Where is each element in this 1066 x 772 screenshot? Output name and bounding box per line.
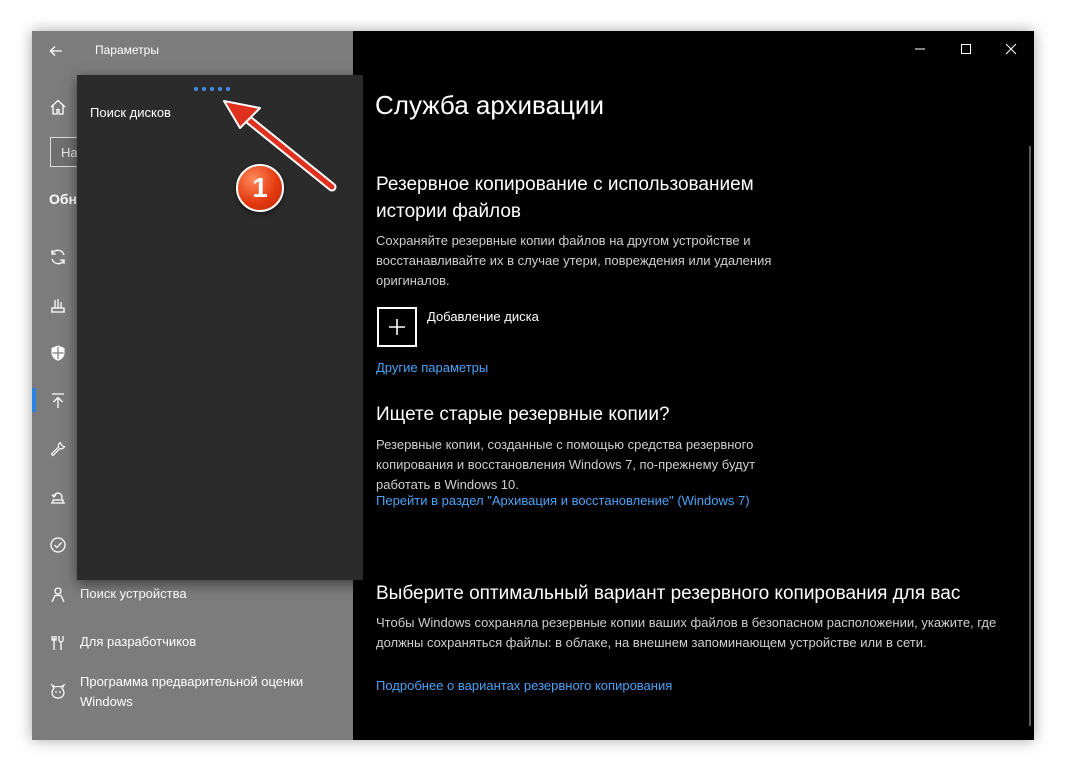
content-scrollbar[interactable] <box>1029 146 1031 726</box>
app-title: Параметры <box>95 43 159 57</box>
add-drive-label[interactable]: Добавление диска <box>427 309 539 324</box>
file-history-heading: Резервное копирование с использованием и… <box>376 174 754 222</box>
recovery-icon[interactable] <box>48 487 68 507</box>
drive-search-flyout: Поиск дисков <box>77 75 363 580</box>
backup-upload-icon[interactable] <box>48 391 68 411</box>
nav-section-heading: Обн <box>49 191 77 207</box>
developer-tools-icon <box>48 633 68 653</box>
activation-check-icon[interactable] <box>48 535 68 555</box>
close-icon <box>1005 43 1017 55</box>
more-options-link[interactable]: Другие параметры <box>376 358 488 378</box>
nav-item-label: Программа предварительной оценки Windows <box>80 674 304 709</box>
minimize-button[interactable] <box>897 36 943 62</box>
nav-item-for-developers[interactable]: Для разработчиков <box>32 631 353 671</box>
plus-icon <box>389 319 405 335</box>
troubleshoot-wrench-icon[interactable] <box>48 439 68 459</box>
sync-icon[interactable] <box>48 247 68 267</box>
home-icon[interactable] <box>48 97 68 117</box>
backup-options-learn-more-link[interactable]: Подробнее о вариантах резервного копиров… <box>376 676 936 696</box>
active-item-indicator <box>32 388 36 412</box>
backup-restore-windows7-link[interactable]: Перейти в раздел "Архивация и восстановл… <box>376 491 936 511</box>
old-backups-description: Резервные копии, созданные с помощью сре… <box>376 437 756 492</box>
back-button[interactable] <box>44 39 68 63</box>
searching-drives-label: Поиск дисков <box>90 105 171 120</box>
insider-cat-icon <box>48 681 68 701</box>
annotation-step-badge: 1 <box>236 164 284 212</box>
old-backups-heading: Ищете старые резервные копии? <box>376 404 670 425</box>
maximize-icon <box>961 44 971 54</box>
progress-dots-indicator <box>194 87 230 91</box>
choose-backup-option-description: Чтобы Windows сохраняла резервные копии … <box>376 615 997 650</box>
choose-backup-option-heading: Выберите оптимальный вариант резервного … <box>376 583 961 604</box>
close-button[interactable] <box>988 36 1034 62</box>
page-title: Служба архивации <box>375 90 604 120</box>
minimize-icon <box>915 48 925 50</box>
person-location-icon <box>48 585 68 605</box>
backup-settings-content: Служба архивации Резервное копирование с… <box>353 31 1034 740</box>
back-arrow-icon <box>49 46 62 56</box>
nav-item-label: Для разработчиков <box>80 634 197 649</box>
file-history-description: Сохраняйте резервные копии файлов на дру… <box>376 233 772 288</box>
nav-item-windows-insider[interactable]: Программа предварительной оценки Windows <box>32 669 353 713</box>
add-drive-button[interactable] <box>377 307 417 347</box>
nav-item-find-device[interactable]: Поиск устройства <box>32 583 353 623</box>
settings-window: Параметры На Обн Поиск устройства Для ра… <box>32 31 1034 740</box>
nav-item-label: Поиск устройства <box>80 586 187 601</box>
maximize-button[interactable] <box>943 36 989 62</box>
windows-security-shield-icon[interactable] <box>48 343 68 363</box>
delivery-optimization-icon[interactable] <box>48 295 68 315</box>
